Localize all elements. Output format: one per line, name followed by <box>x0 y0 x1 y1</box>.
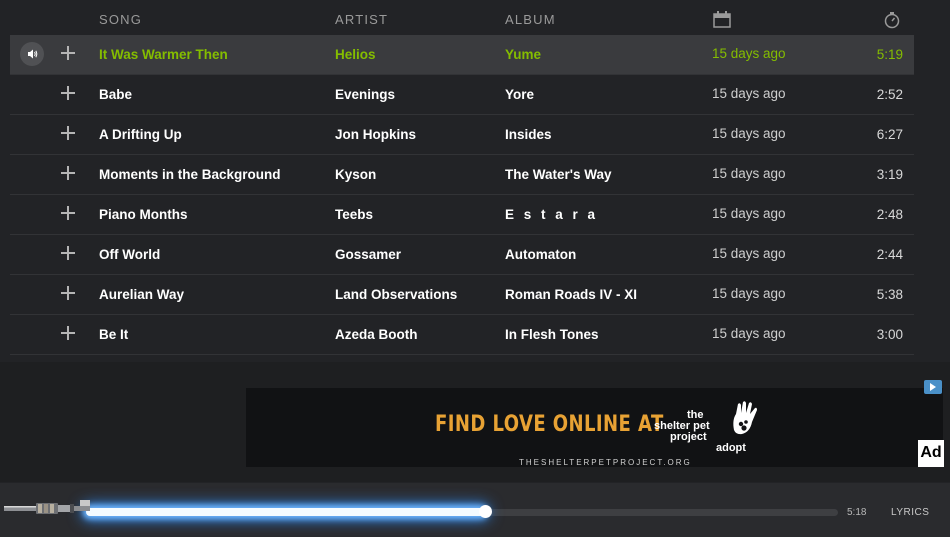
plus-icon[interactable] <box>60 285 76 301</box>
track-row[interactable]: Moments in the Background Kyson The Wate… <box>10 155 914 195</box>
column-header-album[interactable]: ALBUM <box>505 12 556 27</box>
speaker-icon[interactable] <box>20 42 44 66</box>
ad-choices-icon[interactable] <box>924 380 942 394</box>
track-row[interactable]: Babe Evenings Yore 15 days ago 2:52 <box>10 75 914 115</box>
track-album[interactable]: Insides <box>505 127 552 142</box>
track-duration: 5:19 <box>876 47 903 62</box>
track-album[interactable]: Yore <box>505 87 534 102</box>
track-album[interactable]: Roman Roads IV - XI <box>505 287 637 302</box>
calendar-icon[interactable] <box>713 11 731 33</box>
track-row[interactable]: A Drifting Up Jon Hopkins Insides 15 day… <box>10 115 914 155</box>
plus-icon[interactable] <box>60 245 76 261</box>
track-artist[interactable]: Jon Hopkins <box>335 127 416 142</box>
track-row[interactable]: Piano Months Teebs E s t a r a 15 days a… <box>10 195 914 235</box>
ad-url: THESHELTERPETPROJECT.ORG <box>519 458 692 467</box>
lyrics-button[interactable]: LYRICS <box>891 507 929 518</box>
track-artist[interactable]: Azeda Booth <box>335 327 418 342</box>
track-duration: 2:48 <box>876 207 903 222</box>
track-added: 15 days ago <box>712 326 786 341</box>
track-added: 15 days ago <box>712 126 786 141</box>
track-duration: 2:44 <box>876 247 903 262</box>
track-added: 15 days ago <box>712 86 786 101</box>
ad-brand-line: adopt <box>716 442 746 454</box>
paw-hand-icon <box>733 401 757 435</box>
track-album[interactable]: In Flesh Tones <box>505 327 599 342</box>
track-artist[interactable]: Land Observations <box>335 287 457 302</box>
tracklist-header: SONG ARTIST ALBUM <box>10 0 914 35</box>
track-duration: 5:38 <box>876 287 903 302</box>
track-added: 15 days ago <box>712 166 786 181</box>
player-bar: 5:18 LYRICS <box>0 483 950 537</box>
track-row[interactable]: Off World Gossamer Automaton 15 days ago… <box>10 235 914 275</box>
track-added: 15 days ago <box>712 46 786 61</box>
plus-icon[interactable] <box>60 125 76 141</box>
track-duration: 2:52 <box>876 87 903 102</box>
track-title[interactable]: A Drifting Up <box>99 127 182 142</box>
track-artist[interactable]: Gossamer <box>335 247 401 262</box>
track-title[interactable]: Moments in the Background <box>99 167 281 182</box>
lightsaber-hilt-icon <box>4 500 90 514</box>
track-title[interactable]: It Was Warmer Then <box>99 47 228 62</box>
progress-fill <box>86 508 485 516</box>
plus-icon[interactable] <box>60 205 76 221</box>
track-title[interactable]: Piano Months <box>99 207 188 222</box>
progress-knob[interactable] <box>478 505 492 518</box>
track-added: 15 days ago <box>712 246 786 261</box>
column-header-artist[interactable]: ARTIST <box>335 12 388 27</box>
track-album[interactable]: Yume <box>505 47 541 62</box>
track-album[interactable]: E s t a r a <box>505 207 598 222</box>
plus-icon[interactable] <box>60 325 76 341</box>
track-title[interactable]: Off World <box>99 247 160 262</box>
track-row[interactable]: Aurelian Way Land Observations Roman Roa… <box>10 275 914 315</box>
track-title[interactable]: Aurelian Way <box>99 287 184 302</box>
track-duration: 3:00 <box>876 327 903 342</box>
ad-headline: FIND LOVE ONLINE AT <box>435 412 664 437</box>
track-duration: 3:19 <box>876 167 903 182</box>
track-artist[interactable]: Evenings <box>335 87 395 102</box>
elapsed-time: 5:18 <box>847 507 867 518</box>
tracklist: SONG ARTIST ALBUM It Was Warmer Then Hel… <box>10 0 914 355</box>
plus-icon[interactable] <box>60 45 76 61</box>
track-title[interactable]: Be It <box>99 327 128 342</box>
track-artist[interactable]: Kyson <box>335 167 376 182</box>
track-artist[interactable]: Helios <box>335 47 376 62</box>
track-row[interactable]: It Was Warmer Then Helios Yume 15 days a… <box>10 35 914 75</box>
plus-icon[interactable] <box>60 165 76 181</box>
track-title[interactable]: Babe <box>99 87 132 102</box>
ad-banner[interactable]: FIND LOVE ONLINE AT the shelter pet proj… <box>246 388 943 467</box>
track-duration: 6:27 <box>876 127 903 142</box>
track-album[interactable]: The Water's Way <box>505 167 611 182</box>
plus-icon[interactable] <box>60 85 76 101</box>
track-added: 15 days ago <box>712 206 786 221</box>
track-album[interactable]: Automaton <box>505 247 576 262</box>
column-header-song[interactable]: SONG <box>99 12 142 27</box>
ad-label: Ad <box>918 440 944 467</box>
track-added: 15 days ago <box>712 286 786 301</box>
track-row[interactable]: Be It Azeda Booth In Flesh Tones 15 days… <box>10 315 914 355</box>
stopwatch-icon[interactable] <box>883 11 901 34</box>
track-artist[interactable]: Teebs <box>335 207 373 222</box>
